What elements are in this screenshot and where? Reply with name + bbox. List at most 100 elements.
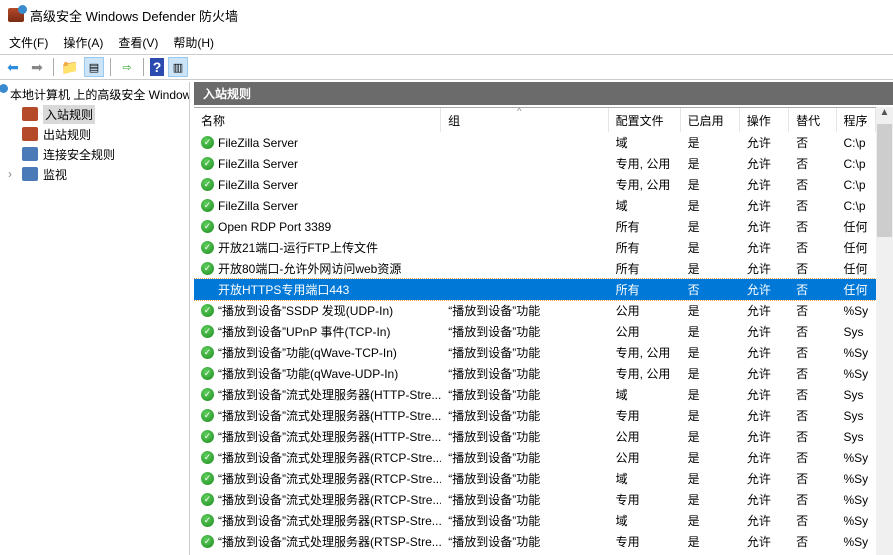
tree-item-monitoring[interactable]: › 监视 bbox=[0, 164, 189, 184]
cell-action: 允许 bbox=[746, 283, 771, 297]
cell-profile: 所有 bbox=[615, 220, 640, 234]
vertical-scrollbar[interactable]: ▲ bbox=[876, 107, 893, 555]
expand-chevron-icon[interactable]: › bbox=[8, 167, 22, 181]
cell-program: 任何 bbox=[843, 220, 868, 234]
column-header-name[interactable]: 名称 bbox=[194, 108, 442, 132]
table-row[interactable]: ✓ FileZilla Server 专用, 公用 是 允许 否 C:\p bbox=[194, 153, 876, 174]
cell-name: ✓ “播放到设备”流式处理服务器(RTCP-Stre... bbox=[194, 449, 441, 466]
cell-enabled: 是 bbox=[687, 199, 700, 213]
menu-help[interactable]: 帮助(H) bbox=[173, 34, 214, 51]
table-row[interactable]: ✓ “播放到设备”流式处理服务器(RTSP-Stre... “播放到设备”功能 域 是 允… bbox=[194, 510, 876, 531]
table-row[interactable]: ✓ 开放80端口-允许外网访问web资源 所有 是 允许 否 任何 bbox=[194, 258, 876, 279]
cell-action: 允许 bbox=[746, 178, 771, 192]
cell-profile: 公用 bbox=[615, 430, 640, 444]
tree-root[interactable]: 本地计算机 上的高级安全 Windows Defender 防火墙 bbox=[0, 84, 189, 104]
cell-action: 允许 bbox=[746, 514, 771, 528]
column-header-program[interactable]: 程序 bbox=[837, 108, 876, 132]
scroll-up-icon[interactable]: ▲ bbox=[876, 107, 893, 124]
cell-enabled: 是 bbox=[687, 136, 700, 150]
cell-name: ✓ FileZilla Server bbox=[194, 178, 441, 192]
cell-profile: 域 bbox=[615, 472, 628, 486]
table-row[interactable]: ✓ “播放到设备”UPnP 事件(TCP-In) “播放到设备”功能 公用 是 允许 否 Sy… bbox=[194, 321, 876, 342]
export-list-icon[interactable]: ⇨ bbox=[117, 57, 137, 77]
cell-name: ✓ “播放到设备”流式处理服务器(RTSP-Stre... bbox=[194, 512, 441, 529]
enabled-check-icon: ✓ bbox=[201, 157, 214, 170]
cell-override: 否 bbox=[796, 325, 809, 339]
table-row[interactable]: ✓ “播放到设备”流式处理服务器(HTTP-Stre... “播放到设备”功能 公用 是… bbox=[194, 426, 876, 447]
cell-profile: 所有 bbox=[615, 283, 640, 297]
table-row[interactable]: ✓ “播放到设备”流式处理服务器(HTTP-Stre... “播放到设备”功能 域 是 允… bbox=[194, 384, 876, 405]
enabled-check-icon: ✓ bbox=[201, 325, 214, 338]
cell-program: %Sy bbox=[843, 492, 869, 507]
table-row[interactable]: ✓ FileZilla Server 专用, 公用 是 允许 否 C:\p bbox=[194, 174, 876, 195]
cell-override: 否 bbox=[796, 346, 809, 360]
cell-group: “播放到设备”功能 bbox=[448, 325, 541, 339]
tree-item-connection-security-rules[interactable]: 连接安全规则 bbox=[0, 144, 189, 164]
cell-program: Sys bbox=[843, 324, 864, 339]
menu-action[interactable]: 操作(A) bbox=[63, 34, 103, 51]
title-bar: 高级安全 Windows Defender 防火墙 bbox=[0, 0, 893, 30]
rule-name: FileZilla Server bbox=[218, 135, 299, 150]
cell-name: ✓ “播放到设备”UPnP 事件(TCP-In) bbox=[194, 323, 441, 340]
menu-view[interactable]: 查看(V) bbox=[118, 34, 158, 51]
column-header-profile[interactable]: 配置文件 bbox=[609, 108, 681, 132]
cell-profile: 域 bbox=[615, 514, 628, 528]
rules-pane: 入站规则 名称 组 ^ 配置文件 已启用 操作 替代 程序 ✓ FileZilla … bbox=[194, 82, 893, 555]
cell-name: ✓ “播放到设备”功能(qWave-UDP-In) bbox=[194, 365, 441, 382]
cell-name: ✓ “播放到设备”流式处理服务器(RTSP-Stre... bbox=[194, 533, 441, 550]
table-row[interactable]: ✓ “播放到设备”流式处理服务器(RTCP-Stre... “播放到设备”功能 域 是 允… bbox=[194, 468, 876, 489]
cell-profile: 专用, 公用 bbox=[615, 157, 671, 171]
cell-override: 否 bbox=[796, 283, 809, 297]
table-row[interactable]: ✓ “播放到设备”流式处理服务器(RTCP-Stre... “播放到设备”功能 专用 是… bbox=[194, 489, 876, 510]
cell-action: 允许 bbox=[746, 241, 771, 255]
cell-profile: 专用, 公用 bbox=[615, 178, 671, 192]
cell-override: 否 bbox=[796, 367, 809, 381]
cell-name: ✓ “播放到设备”功能(qWave-TCP-In) bbox=[194, 344, 441, 361]
cell-override: 否 bbox=[796, 409, 809, 423]
table-row[interactable]: ✓ “播放到设备”流式处理服务器(HTTP-Stre... “播放到设备”功能 专用 是… bbox=[194, 405, 876, 426]
enabled-check-icon: ✓ bbox=[201, 262, 214, 275]
table-row[interactable]: ✓ “播放到设备”功能(qWave-UDP-In) “播放到设备”功能 专用, 公用 是… bbox=[194, 363, 876, 384]
column-header-enabled[interactable]: 已启用 bbox=[681, 108, 740, 132]
show-hide-console-tree-icon[interactable]: ▤ bbox=[84, 57, 104, 77]
cell-enabled: 是 bbox=[687, 514, 700, 528]
enabled-check-icon: ✓ bbox=[201, 493, 214, 506]
cell-group: “播放到设备”功能 bbox=[448, 367, 541, 381]
cell-name: ✓ “播放到设备”流式处理服务器(RTCP-Stre... bbox=[194, 470, 441, 487]
cell-action: 允许 bbox=[746, 409, 771, 423]
rule-name: “播放到设备”功能(qWave-UDP-In) bbox=[218, 367, 399, 381]
table-row[interactable]: ✓ FileZilla Server 域 是 允许 否 C:\p bbox=[194, 132, 876, 153]
rule-name: 开放80端口-允许外网访问web资源 bbox=[218, 262, 402, 276]
column-header-action[interactable]: 操作 bbox=[740, 108, 790, 132]
up-folder-icon[interactable]: 📁 bbox=[60, 57, 80, 77]
table-row[interactable]: ✓ “播放到设备”功能(qWave-TCP-In) “播放到设备”功能 专用, 公用 是… bbox=[194, 342, 876, 363]
cell-name: ✓ “播放到设备”流式处理服务器(RTCP-Stre... bbox=[194, 491, 441, 508]
cell-program: C:\p bbox=[843, 177, 866, 192]
column-header-override[interactable]: 替代 bbox=[789, 108, 837, 132]
tree-item-inbound-rules[interactable]: 入站规则 bbox=[0, 104, 189, 124]
cell-group: “播放到设备”功能 bbox=[448, 388, 541, 402]
table-row[interactable]: ✓ FileZilla Server 域 是 允许 否 C:\p bbox=[194, 195, 876, 216]
enabled-check-icon: ✓ bbox=[201, 241, 214, 254]
cell-enabled: 是 bbox=[687, 472, 700, 486]
table-row[interactable]: 开放HTTPS专用端口443 所有 否 允许 否 任何 bbox=[194, 278, 876, 301]
toolbar: ⬅ ➡ 📁 ▤ ⇨ ? ▥ bbox=[0, 54, 893, 80]
table-row[interactable]: ✓ “播放到设备”SSDP 发现(UDP-In) “播放到设备”功能 公用 是 允许 否 %S… bbox=[194, 300, 876, 321]
menu-file[interactable]: 文件(F) bbox=[9, 34, 48, 51]
cell-action: 允许 bbox=[746, 493, 771, 507]
table-row[interactable]: ✓ Open RDP Port 3389 所有 是 允许 否 任何 bbox=[194, 216, 876, 237]
connection-security-icon bbox=[22, 147, 38, 161]
cell-action: 允许 bbox=[746, 346, 771, 360]
table-row[interactable]: ✓ “播放到设备”流式处理服务器(RTSP-Stre... “播放到设备”功能 专用 是… bbox=[194, 531, 876, 552]
column-header-group[interactable]: 组 ^ bbox=[441, 108, 609, 132]
cell-name: ✓ “播放到设备”流式处理服务器(HTTP-Stre... bbox=[194, 407, 441, 424]
scrollbar-thumb[interactable] bbox=[877, 124, 892, 237]
show-hide-action-pane-icon[interactable]: ▥ bbox=[168, 57, 188, 77]
table-row[interactable]: ✓ “播放到设备”流式处理服务器(RTCP-Stre... “播放到设备”功能 公用 是… bbox=[194, 447, 876, 468]
help-icon[interactable]: ? bbox=[150, 58, 164, 76]
back-arrow-icon[interactable]: ⬅ bbox=[3, 57, 23, 77]
table-row[interactable]: ✓ 开放21端口-运行FTP上传文件 所有 是 允许 否 任何 bbox=[194, 237, 876, 258]
cell-program: 任何 bbox=[843, 283, 868, 297]
forward-arrow-icon[interactable]: ➡ bbox=[27, 57, 47, 77]
tree-item-outbound-rules[interactable]: 出站规则 bbox=[0, 124, 189, 144]
